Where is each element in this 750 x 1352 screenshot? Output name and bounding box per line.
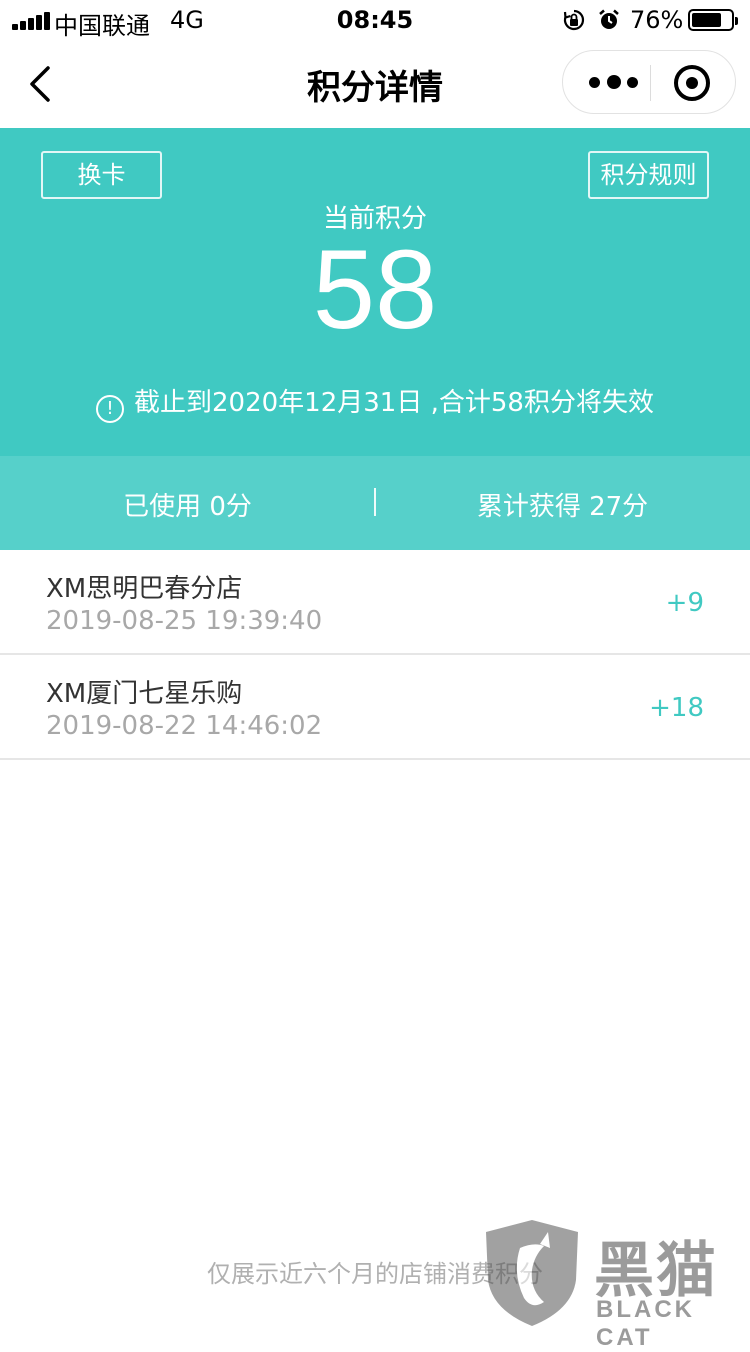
points-earned-total: 累计获得 27分 (476, 492, 649, 522)
more-dots-icon[interactable] (589, 69, 645, 97)
mini-program-capsule (562, 50, 736, 114)
rotation-lock-icon (563, 9, 585, 31)
status-bar: 中国联通 4G 08:45 76% (0, 0, 750, 40)
mini-program-close-icon[interactable] (674, 65, 710, 101)
record-points-change: +9 (665, 588, 704, 618)
list-item[interactable]: XM厦门七星乐购 2019-08-22 14:46:02 +18 (0, 655, 750, 760)
capsule-divider (650, 65, 651, 101)
nav-bar: 积分详情 (0, 40, 750, 128)
record-timestamp: 2019-08-22 14:46:02 (46, 711, 323, 741)
expiry-notice: ! 截止到2020年12月31日 ,合计58积分将失效 (0, 382, 750, 423)
info-icon: ! (96, 395, 125, 423)
record-store-name: XM思明巴春分店 (46, 574, 243, 604)
black-cat-watermark: 黑猫 BLACK CAT (478, 1218, 748, 1351)
cat-shield-logo-icon (486, 1220, 578, 1326)
record-store-name: XM厦门七星乐购 (46, 679, 243, 709)
swap-card-button[interactable]: 换卡 (41, 151, 162, 199)
alarm-icon (599, 9, 619, 29)
battery-icon (688, 9, 738, 31)
record-points-change: +18 (649, 693, 704, 723)
points-header: 换卡 积分规则 当前积分 58 ! 截止到2020年12月31日 ,合计58积分将… (0, 128, 750, 456)
points-rules-button[interactable]: 积分规则 (588, 151, 709, 199)
points-record-list: XM思明巴春分店 2019-08-25 19:39:40 +9 XM厦门七星乐购… (0, 550, 750, 760)
expiry-notice-text: 截止到2020年12月31日 ,合计58积分将失效 (134, 388, 654, 418)
list-item[interactable]: XM思明巴春分店 2019-08-25 19:39:40 +9 (0, 550, 750, 655)
battery-percentage: 76% (630, 6, 684, 34)
record-timestamp: 2019-08-25 19:39:40 (46, 606, 323, 636)
points-used: 已使用 0分 (123, 492, 252, 522)
battery-level (692, 13, 721, 27)
watermark-en-text: BLACK CAT (596, 1296, 695, 1351)
stats-bar: 已使用 0分 累计获得 27分 (0, 456, 750, 550)
current-points-value: 58 (312, 227, 438, 352)
